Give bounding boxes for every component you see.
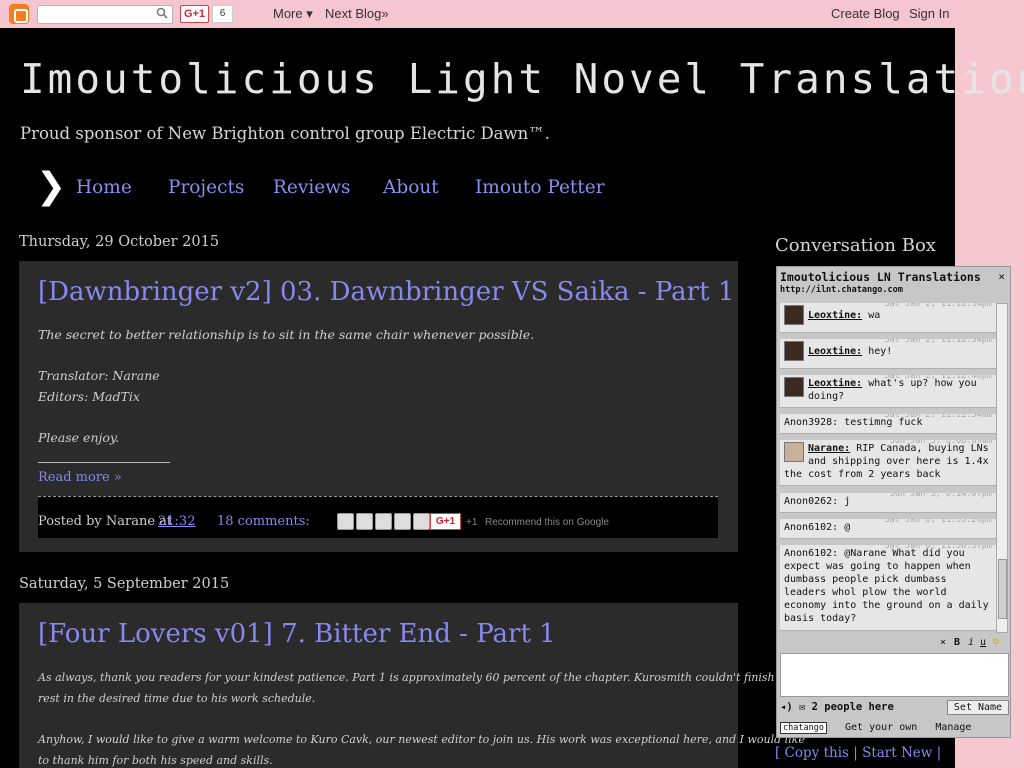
post-text: Translator: Narane	[38, 368, 160, 383]
post-footer: Posted by Narane at 21:32 18 comments: G…	[38, 496, 718, 538]
avatar	[784, 305, 804, 325]
chat-messages: Sat Jan 2, 11:12:34pm Leoxtine: wa Sat J…	[780, 303, 996, 633]
google-plus-share-button[interactable]: G+1	[430, 513, 461, 530]
post-text: Editors: MadTix	[38, 389, 140, 404]
tab-reviews[interactable]: Reviews	[273, 177, 351, 198]
chat-message: Sat Jan 2, 11:12:54am Anon3928: testimng…	[780, 414, 996, 434]
nav-arrow-icon: ❯	[36, 166, 67, 207]
chat-scrollbar[interactable]	[996, 303, 1008, 633]
google-plus-button[interactable]: G+1	[180, 5, 209, 23]
sound-icon[interactable]: ◂)	[780, 701, 793, 713]
chat-links[interactable]: [ Copy this | Start New |	[775, 745, 941, 761]
chat-toolbar: × B i u ☺	[780, 637, 1009, 651]
post-text: As always, thank you readers for your ki…	[38, 671, 797, 684]
set-name-button[interactable]: Set Name	[947, 700, 1009, 715]
people-count: ◂) ✉ 2 people here	[780, 701, 894, 713]
chat-header: Imoutolicious LN Translations	[780, 270, 981, 284]
post-text: Anyhow, I would like to give a warm welc…	[38, 733, 805, 746]
close-icon[interactable]: ×	[998, 270, 1005, 283]
chat-message: Sat Jan 8, 11:55:26pm Anon6102: @	[780, 519, 996, 539]
scroll-thumb[interactable]	[998, 559, 1007, 619]
blogthis-share-icon[interactable]	[356, 513, 373, 530]
tab-imouto-petter[interactable]: Imouto Petter	[475, 177, 605, 198]
chat-message: Sat Jan 8, 11:56:57pm Anon6102: @Narane …	[780, 545, 996, 631]
create-blog-link[interactable]: Create Blog	[831, 6, 900, 21]
avatar	[784, 442, 804, 462]
search-input[interactable]	[37, 5, 173, 24]
post-text: rest in the desired time due to his work…	[38, 692, 316, 705]
sidebar-title: Conversation Box	[775, 235, 936, 256]
mail-icon[interactable]: ✉	[799, 701, 805, 713]
date-header: Saturday, 5 September 2015	[19, 576, 230, 592]
post: [Dawnbringer v2] 03. Dawnbringer VS Saik…	[19, 261, 738, 552]
underline-icon[interactable]: u	[980, 637, 986, 648]
close-icon[interactable]: ×	[940, 637, 946, 648]
chat-message: Sun Jan 3, 8:08:09am Narane: RIP Canada,…	[780, 440, 996, 486]
blog-description: Proud sponsor of New Brighton control gr…	[20, 124, 551, 143]
chat-message: Sun Jan 3, 8:14:07pm Anon0262: j	[780, 493, 996, 513]
posted-by: Posted by Narane at	[38, 514, 173, 529]
chat-url[interactable]: http://ilnt.chatango.com	[780, 285, 903, 295]
chat-message: Sat Jan 2, 11:12:48pm Leoxtine: what's u…	[780, 375, 996, 408]
more-menu[interactable]: More ▾	[273, 6, 313, 22]
next-blog-link[interactable]: Next Blog»	[325, 6, 389, 21]
pinterest-share-icon[interactable]	[413, 513, 430, 530]
chat-message: Sat Jan 2, 11:12:34pm Leoxtine: wa	[780, 303, 996, 333]
search-icon[interactable]	[156, 7, 168, 19]
post-time-link[interactable]: 21:32	[158, 514, 195, 529]
tab-projects[interactable]: Projects	[168, 177, 244, 198]
blog-title[interactable]: Imoutolicious Light Novel Translations	[20, 55, 1024, 103]
get-your-own-link[interactable]: Get your own	[845, 722, 917, 733]
smiley-icon[interactable]: ☺	[993, 637, 999, 648]
avatar	[784, 341, 804, 361]
post: [Four Lovers v01] 7. Bitter End - Part 1…	[19, 603, 805, 768]
facebook-share-icon[interactable]	[394, 513, 411, 530]
twitter-share-icon[interactable]	[375, 513, 392, 530]
plus-one-count: +1	[466, 517, 478, 528]
post-title[interactable]: [Four Lovers v01] 7. Bitter End - Part 1	[38, 619, 556, 649]
post-text: The secret to better relationship is to …	[38, 327, 535, 342]
chat-message-input[interactable]	[780, 653, 1009, 697]
chatango-logo[interactable]: chatango	[780, 722, 827, 734]
chat-widget: Imoutolicious LN Translations http://iln…	[776, 266, 1011, 738]
post-text: Please enjoy.	[38, 430, 120, 445]
italic-icon[interactable]: i	[968, 637, 974, 648]
tab-about[interactable]: About	[383, 177, 439, 198]
post-text: to thank him for both his speed and skil…	[38, 754, 273, 767]
recommend-text: Recommend this on Google	[485, 517, 609, 528]
chat-footer: chatango Get your own Manage	[780, 722, 971, 734]
chat-message: Sat Jan 2, 11:12:34pm Leoxtine: hey!	[780, 339, 996, 369]
read-more-link[interactable]: Read more »	[38, 470, 122, 485]
avatar	[784, 377, 804, 397]
comments-link[interactable]: 18 comments:	[217, 514, 310, 529]
bold-icon[interactable]: B	[954, 637, 960, 648]
post-title[interactable]: [Dawnbringer v2] 03. Dawnbringer VS Saik…	[38, 277, 734, 307]
divider	[38, 462, 170, 463]
date-header: Thursday, 29 October 2015	[19, 234, 220, 250]
manage-link[interactable]: Manage	[935, 722, 971, 733]
tab-home[interactable]: Home	[76, 177, 132, 198]
sign-in-link[interactable]: Sign In	[909, 6, 949, 21]
google-plus-count: 6	[212, 5, 233, 23]
blogger-navbar: G+1 6 More ▾ Next Blog» Create Blog Sign…	[0, 0, 955, 28]
email-share-icon[interactable]	[337, 513, 354, 530]
blogger-logo-icon[interactable]	[9, 4, 29, 24]
